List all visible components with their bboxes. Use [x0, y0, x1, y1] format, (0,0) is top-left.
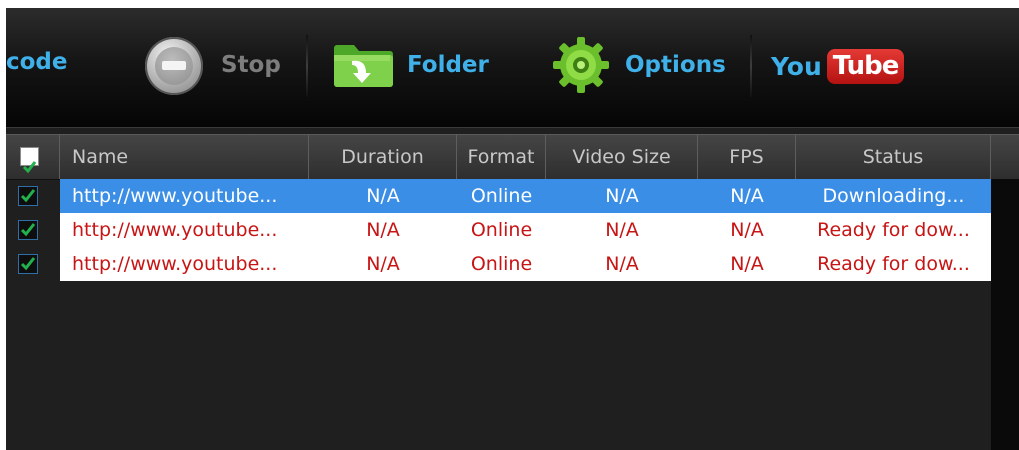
- row-name: http://www.youtube...: [72, 253, 278, 275]
- file-list: Name Duration Format Video Size FPS Stat…: [6, 128, 1019, 450]
- row-status: Downloading...: [822, 185, 965, 207]
- stop-circle-icon[interactable]: [145, 37, 203, 95]
- table-row[interactable]: http://www.youtube... N/A Online N/A N/A…: [6, 179, 991, 213]
- encode-button[interactable]: code: [6, 48, 68, 76]
- checkmark-icon: [20, 257, 36, 271]
- checkmark-icon: [20, 223, 36, 237]
- folder-arrow-icon[interactable]: [330, 37, 394, 89]
- row-fps: N/A: [730, 185, 764, 207]
- toolbar-divider: [306, 35, 308, 97]
- column-header-status[interactable]: Status: [796, 135, 991, 179]
- youtube-button[interactable]: You Tube: [771, 44, 905, 88]
- stop-button[interactable]: Stop: [221, 51, 281, 79]
- checkmark-icon: [22, 161, 37, 174]
- table-body: http://www.youtube... N/A Online N/A N/A…: [6, 179, 991, 281]
- toolbar-divider: [750, 35, 752, 97]
- column-header-duration[interactable]: Duration: [309, 135, 457, 179]
- options-button[interactable]: Options: [625, 51, 726, 79]
- row-status: Ready for dow...: [817, 253, 970, 275]
- table-row[interactable]: http://www.youtube... N/A Online N/A N/A…: [6, 213, 991, 247]
- youtube-logo-you: You: [771, 51, 822, 81]
- row-format: Online: [470, 219, 533, 241]
- row-video-size: N/A: [605, 253, 639, 275]
- youtube-logo-tube: Tube: [826, 48, 905, 84]
- toolbar: code Stop Folder Options You Tube: [6, 8, 1019, 128]
- row-duration: N/A: [366, 219, 400, 241]
- gear-icon[interactable]: [551, 35, 611, 95]
- vertical-scrollbar[interactable]: [991, 179, 1019, 450]
- column-header-video-size[interactable]: Video Size: [546, 135, 698, 179]
- row-duration: N/A: [366, 185, 400, 207]
- row-checkbox[interactable]: [18, 186, 38, 206]
- row-checkbox[interactable]: [18, 254, 38, 274]
- column-header-fps[interactable]: FPS: [698, 135, 796, 179]
- row-status: Ready for dow...: [817, 219, 970, 241]
- app-window: code Stop Folder Options You Tube Name D…: [6, 8, 1019, 450]
- row-duration: N/A: [366, 253, 400, 275]
- row-video-size: N/A: [605, 185, 639, 207]
- row-fps: N/A: [730, 219, 764, 241]
- row-fps: N/A: [730, 253, 764, 275]
- select-all-checkbox[interactable]: [20, 147, 39, 174]
- table-row[interactable]: http://www.youtube... N/A Online N/A N/A…: [6, 247, 991, 281]
- stop-bar: [162, 61, 186, 70]
- column-header-format[interactable]: Format: [457, 135, 546, 179]
- header-check-cell: [6, 135, 60, 179]
- row-name: http://www.youtube...: [72, 219, 278, 241]
- folder-button[interactable]: Folder: [407, 51, 489, 79]
- row-format: Online: [470, 185, 533, 207]
- row-format: Online: [470, 253, 533, 275]
- table-header: Name Duration Format Video Size FPS Stat…: [6, 134, 1019, 180]
- row-checkbox[interactable]: [18, 220, 38, 240]
- column-header-name[interactable]: Name: [60, 135, 309, 179]
- row-name: http://www.youtube...: [72, 185, 278, 207]
- checkmark-icon: [20, 189, 36, 203]
- row-video-size: N/A: [605, 219, 639, 241]
